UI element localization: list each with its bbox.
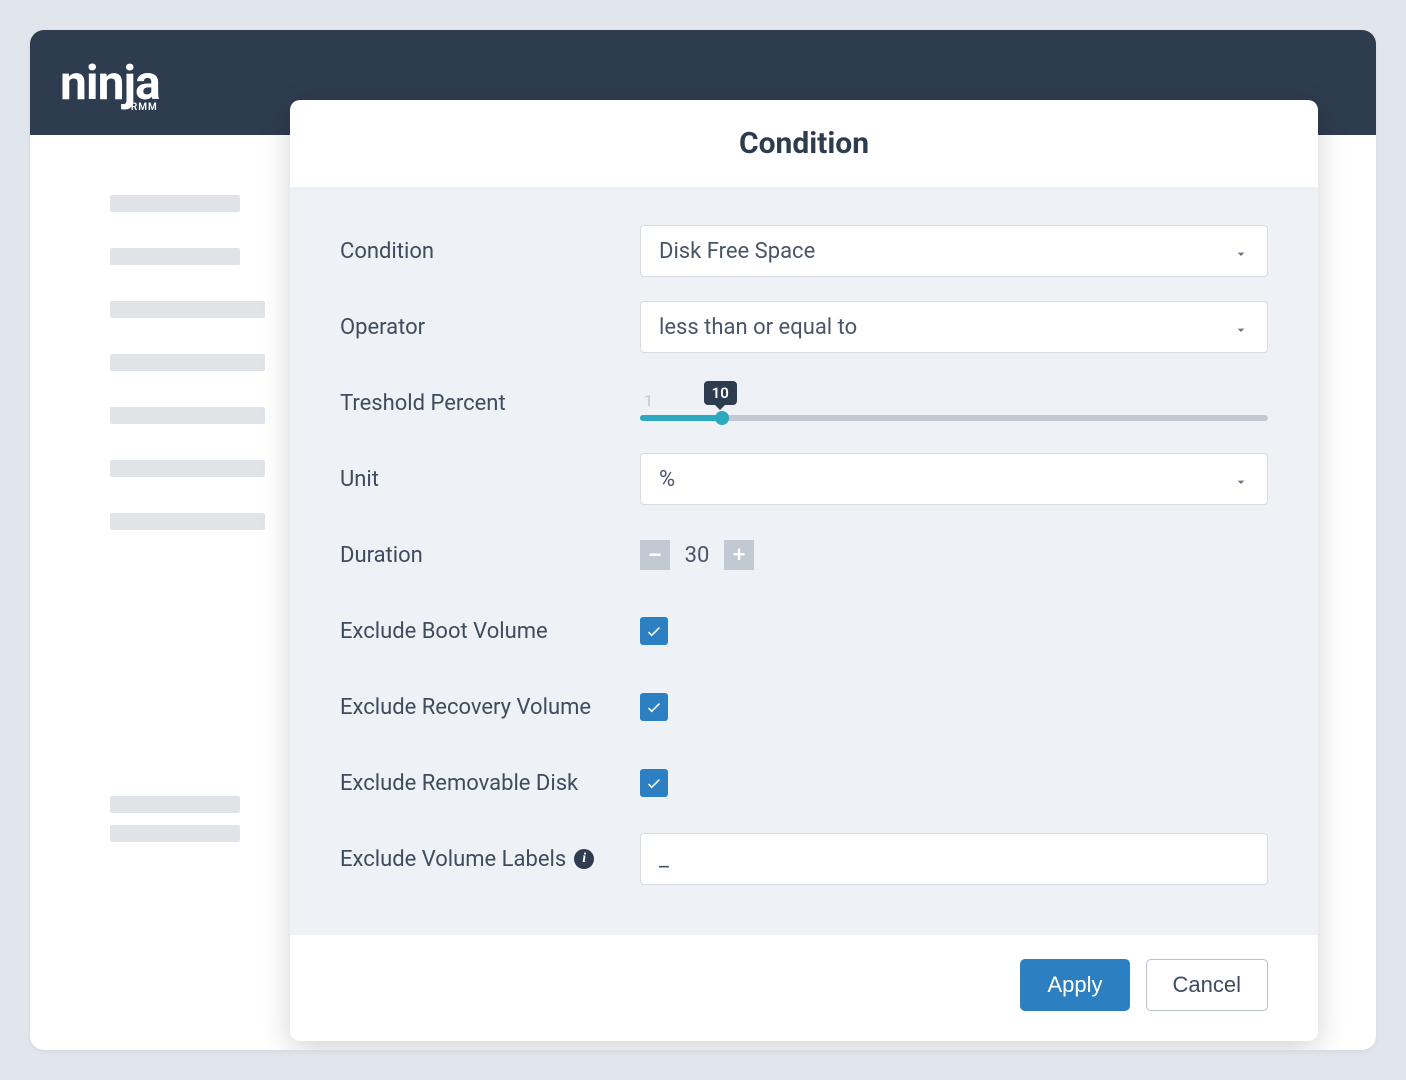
- label-exclude-recovery: Exclude Recovery Volume: [340, 695, 640, 720]
- skeleton-line: [110, 354, 265, 371]
- app-window: ninjaRMM Condition Condition Disk Free S…: [30, 30, 1376, 1050]
- select-unit-value: %: [659, 467, 675, 492]
- label-duration: Duration: [340, 543, 640, 568]
- row-exclude-labels: Exclude Volume Labels i _: [340, 833, 1268, 885]
- brand-logo: ninjaRMM: [60, 59, 160, 107]
- slider-value-badge: 10: [704, 381, 737, 405]
- modal-footer: Apply Cancel: [290, 935, 1318, 1041]
- skeleton-line: [110, 460, 265, 477]
- check-icon: [645, 622, 663, 640]
- skeleton-line: [110, 825, 240, 842]
- info-icon[interactable]: i: [574, 849, 594, 869]
- label-exclude-boot: Exclude Boot Volume: [340, 619, 640, 644]
- slider-fill: [640, 415, 722, 421]
- slider-thumb[interactable]: [715, 411, 729, 425]
- row-condition: Condition Disk Free Space: [340, 225, 1268, 277]
- skeleton-line: [110, 407, 265, 424]
- label-condition: Condition: [340, 239, 640, 264]
- brand-suffix: RMM: [131, 103, 158, 113]
- input-exclude-labels[interactable]: _: [640, 833, 1268, 885]
- slider-threshold[interactable]: 1 10: [640, 377, 1268, 429]
- label-exclude-labels-text: Exclude Volume Labels: [340, 847, 566, 872]
- modal-body: Condition Disk Free Space Operator less …: [290, 187, 1318, 935]
- label-exclude-removable: Exclude Removable Disk: [340, 771, 640, 796]
- row-operator: Operator less than or equal to: [340, 301, 1268, 353]
- modal-title: Condition: [290, 100, 1318, 187]
- label-operator: Operator: [340, 315, 640, 340]
- select-operator-value: less than or equal to: [659, 315, 857, 340]
- chevron-down-icon: [1233, 319, 1249, 335]
- duration-plus-button[interactable]: +: [724, 540, 754, 570]
- skeleton-line: [110, 195, 240, 212]
- select-operator[interactable]: less than or equal to: [640, 301, 1268, 353]
- cancel-button[interactable]: Cancel: [1146, 959, 1268, 1011]
- row-threshold: Treshold Percent 1 10: [340, 377, 1268, 429]
- select-condition[interactable]: Disk Free Space: [640, 225, 1268, 277]
- input-exclude-labels-value: _: [659, 847, 669, 872]
- skeleton-line: [110, 513, 265, 530]
- slider-min: 1: [644, 391, 653, 410]
- skeleton-line: [110, 248, 240, 265]
- apply-button[interactable]: Apply: [1020, 959, 1129, 1011]
- label-exclude-labels: Exclude Volume Labels i: [340, 847, 640, 872]
- chevron-down-icon: [1233, 471, 1249, 487]
- row-exclude-removable: Exclude Removable Disk: [340, 757, 1268, 809]
- slider-track: [640, 415, 1268, 421]
- checkbox-exclude-removable[interactable]: [640, 769, 668, 797]
- select-condition-value: Disk Free Space: [659, 239, 815, 264]
- duration-value: 30: [680, 543, 714, 568]
- row-exclude-recovery: Exclude Recovery Volume: [340, 681, 1268, 733]
- check-icon: [645, 774, 663, 792]
- skeleton-line: [110, 301, 265, 318]
- row-unit: Unit %: [340, 453, 1268, 505]
- condition-modal: Condition Condition Disk Free Space Oper…: [290, 100, 1318, 1041]
- check-icon: [645, 698, 663, 716]
- label-unit: Unit: [340, 467, 640, 492]
- checkbox-exclude-boot[interactable]: [640, 617, 668, 645]
- chevron-down-icon: [1233, 243, 1249, 259]
- select-unit[interactable]: %: [640, 453, 1268, 505]
- checkbox-exclude-recovery[interactable]: [640, 693, 668, 721]
- label-threshold: Treshold Percent: [340, 391, 640, 416]
- duration-minus-button[interactable]: −: [640, 540, 670, 570]
- stepper-duration: − 30 +: [640, 540, 754, 570]
- row-duration: Duration − 30 +: [340, 529, 1268, 581]
- skeleton-line: [110, 796, 240, 813]
- row-exclude-boot: Exclude Boot Volume: [340, 605, 1268, 657]
